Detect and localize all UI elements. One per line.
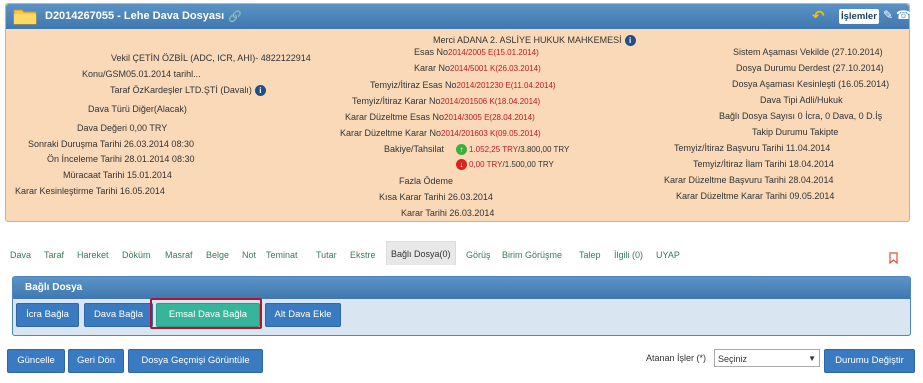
icra-bagla-button[interactable]: İcra Bağla [16, 303, 79, 327]
atanan-isler-select[interactable]: Seçiniz ▼ [714, 349, 820, 367]
temyiz-esas-field: Temyiz/İtiraz Esas No2014/201230 E(11.04… [370, 80, 556, 90]
case-header-bar: D2014267055 - Lehe Dava Dosyası 🔗 ↶ İşle… [6, 4, 911, 29]
dava-degeri-field: Dava Değeri 0,00 TRY [77, 123, 168, 133]
dosya-gecmisi-button[interactable]: Dosya Geçmişi Görüntüle [128, 349, 263, 373]
merci-field: Merci ADANA 2. ASLİYE HUKUK MAHKEMESİ i [433, 34, 636, 47]
tab-talep[interactable]: Talep [579, 246, 601, 264]
info-icon[interactable]: i [254, 85, 266, 97]
vekil-field: Vekil ÇETİN ÖZBİL (ADC, ICR, AHI)- 48221… [111, 53, 311, 63]
phone-icon[interactable]: ☎ [896, 8, 911, 22]
highlight-box [150, 298, 262, 329]
islemler-menu-button[interactable]: İşlemler [839, 9, 879, 24]
dava-bagla-button[interactable]: Dava Bağla [84, 303, 153, 327]
atanan-isler-label: Atanan İşler (*) [646, 353, 707, 363]
tab-dokum[interactable]: Döküm [122, 246, 151, 264]
sistem-asamasi-field: Sistem Aşaması Vekilde (27.10.2014) [733, 47, 883, 57]
info-icon[interactable]: i [624, 35, 636, 47]
tab-dava[interactable]: Dava [10, 246, 31, 264]
bagli-dosya-header: Bağlı Dosya [13, 277, 910, 299]
sonraki-durusma-field: Sonraki Duruşma Tarihi 26.03.2014 08:30 [28, 139, 194, 149]
kd-karar-field: Karar Düzeltme Karar No2014/201603 K(09.… [340, 128, 541, 138]
chevron-down-icon: ▼ [808, 354, 816, 363]
guncelle-button[interactable]: Güncelle [7, 349, 65, 373]
tab-taraf[interactable]: Taraf [44, 246, 64, 264]
karar-no-field: Karar No2014/5001 K(26.03.2014) [414, 63, 541, 73]
kd-basvuru-field: Karar Düzeltme Başvuru Tarihi 28.04.2014 [664, 175, 834, 185]
alt-dava-ekle-button[interactable]: Alt Dava Ekle [265, 303, 341, 327]
tab-ekstre[interactable]: Ekstre [350, 246, 376, 264]
durumu-degistir-button[interactable]: Durumu Değiştir [824, 349, 915, 373]
on-inceleme-field: Ön İnceleme Tarihi 28.01.2014 08:30 [47, 154, 195, 164]
bookmark-icon[interactable] [889, 252, 898, 264]
tab-not[interactable]: Not [242, 246, 256, 264]
kd-esas-field: Karar Düzeltme Esas No2014/3005 E(28.04.… [345, 112, 535, 122]
tab-uyap[interactable]: UYAP [656, 246, 680, 264]
back-arrow-icon[interactable]: ↶ [812, 7, 825, 25]
link-icon[interactable]: 🔗 [228, 10, 242, 23]
tab-masraf[interactable]: Masraf [165, 246, 193, 264]
tab-ilgili[interactable]: İlgili (0) [614, 246, 643, 264]
temyiz-karar-field: Temyiz/İtiraz Karar No2014/201506 K(18.0… [352, 96, 541, 106]
tab-hareket[interactable]: Hareket [77, 246, 109, 264]
dava-tipi-field: Dava Tipi Adli/Hukuk [760, 95, 843, 105]
temyiz-basvuru-field: Temyiz/İtiraz Başvuru Tarihi 11.04.2014 [674, 143, 831, 153]
muracaat-field: Müracaat Tarihi 15.01.2014 [63, 170, 172, 180]
tab-gorus[interactable]: Görüş [466, 246, 491, 264]
folder-icon [13, 9, 37, 25]
karar-tarihi-field: Karar Tarihi 26.03.2014 [401, 208, 495, 218]
tab-birim-gorusme[interactable]: Birim Görüşme [502, 246, 562, 264]
bakiye-down-row: ↓ 0,00 TRY/1.500,00 TRY [456, 158, 554, 171]
karar-kesinlestirme-field: Karar Kesinleştirme Tarihi 16.05.2014 [15, 186, 165, 196]
tab-bagli-dosya[interactable]: Bağlı Dosya(0) [386, 241, 456, 265]
fazla-odeme-field: Fazla Ödeme [399, 176, 454, 186]
select-value: Seçiniz [718, 354, 748, 364]
tab-teminat[interactable]: Teminat [266, 246, 298, 264]
geri-don-button[interactable]: Geri Dön [68, 349, 124, 373]
taraf-field: Taraf ÖzKardeşler LTD.ŞTİ (Davalı) i [110, 84, 266, 97]
tab-belge[interactable]: Belge [206, 246, 229, 264]
kisa-karar-field: Kısa Karar Tarihi 26.03.2014 [379, 192, 493, 202]
edit-icon[interactable]: ✎ [883, 8, 893, 22]
dava-turu-field: Dava Türü Diğer(Alacak) [88, 104, 187, 114]
arrow-down-icon: ↓ [456, 159, 467, 171]
tab-tutar[interactable]: Tutar [316, 246, 337, 264]
case-detail-panel: D2014267055 - Lehe Dava Dosyası 🔗 ↶ İşle… [5, 3, 911, 222]
konu-field: Konu/GSM05.01.2014 tarihl... [82, 69, 201, 79]
kd-karar-tarihi-field: Karar Düzeltme Karar Tarihi 09.05.2014 [676, 191, 835, 201]
bakiye-field: Bakiye/Tahsilat [384, 144, 445, 154]
bakiye-up-row: ↑ 1.052,25 TRY/3.800,00 TRY [456, 143, 569, 156]
esas-no-field: Esas No2014/2005 E(15.01.2014) [414, 47, 539, 57]
takip-durumu-field: Takip Durumu Takipte [752, 127, 839, 137]
dosya-durumu-field: Dosya Durumu Derdest (27.10.2014) [736, 63, 884, 73]
bagli-dosya-sayisi-field: Bağlı Dosya Sayısı 0 İcra, 0 Dava, 0 D.İ… [719, 111, 883, 121]
case-title: D2014267055 - Lehe Dava Dosyası [45, 10, 225, 22]
dosya-asamasi-field: Dosya Aşaması Kesinleşti (16.05.2014) [732, 79, 890, 89]
temyiz-ilam-field: Temyiz/İtiraz İlam Tarihi 18.04.2014 [693, 159, 834, 169]
arrow-up-icon: ↑ [456, 144, 467, 156]
